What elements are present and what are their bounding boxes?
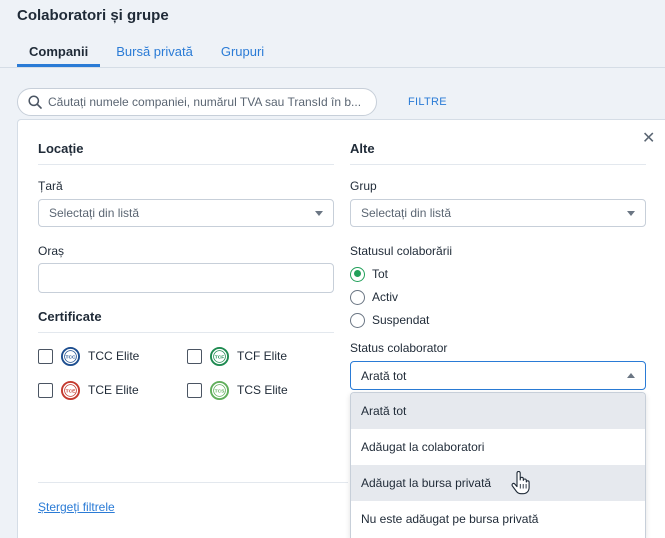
chevron-up-icon	[627, 373, 635, 378]
certificate-tcc[interactable]: TCC TCC Elite	[38, 346, 139, 366]
svg-text:TCC: TCC	[65, 354, 76, 360]
clear-filters-link[interactable]: Ștergeți filtrele	[38, 500, 115, 514]
radio-tot[interactable]: Tot	[350, 265, 388, 283]
tab-bursa-privata[interactable]: Bursă privată	[104, 42, 205, 67]
filters-button[interactable]: FILTRE	[408, 96, 447, 108]
tce-badge-icon: TCE	[61, 380, 80, 400]
certificates-title: Certificate	[38, 309, 102, 324]
radio-suspendat-button[interactable]	[350, 312, 365, 328]
tcc-badge-icon: TCC	[61, 346, 80, 366]
country-select-value: Selectați din listă	[49, 206, 140, 220]
certificates-divider	[38, 332, 334, 333]
country-select[interactable]: Selectați din listă	[38, 199, 334, 227]
footer-divider	[38, 482, 348, 483]
tcs-checkbox[interactable]	[187, 382, 202, 398]
svg-text:TCF: TCF	[215, 354, 225, 360]
chevron-down-icon	[627, 211, 635, 216]
option-adaugat-colaboratori[interactable]: Adăugat la colaboratori	[351, 429, 645, 465]
radio-tot-label: Tot	[372, 267, 389, 281]
search-icon	[28, 95, 42, 109]
svg-text:TCS: TCS	[215, 388, 226, 394]
city-label: Oraș	[38, 244, 65, 258]
tab-divider	[0, 67, 665, 68]
option-adaugat-bursa-privata[interactable]: Adăugat la bursa privată	[351, 465, 645, 501]
tab-bar: Companii Bursă privată Grupuri	[17, 42, 276, 67]
radio-suspendat[interactable]: Suspendat	[350, 311, 429, 329]
tce-checkbox[interactable]	[38, 382, 53, 398]
chevron-down-icon	[315, 211, 323, 216]
tce-label: TCE Elite	[88, 383, 139, 397]
tcc-label: TCC Elite	[88, 349, 140, 363]
tab-companii[interactable]: Companii	[17, 42, 101, 67]
group-label: Grup	[350, 179, 377, 193]
country-label: Țară	[38, 179, 63, 193]
tcf-checkbox[interactable]	[187, 348, 202, 364]
close-icon[interactable]: ✕	[642, 128, 655, 148]
collaborator-status-dropdown: Arată tot Adăugat la colaboratori Adăuga…	[350, 392, 646, 538]
location-title: Locație	[38, 141, 84, 156]
collaborator-status-value: Arată tot	[361, 368, 407, 383]
search-input[interactable]	[48, 95, 366, 109]
tcs-label: TCS Elite	[237, 383, 288, 397]
tcf-badge-icon: TCF	[210, 346, 229, 366]
tcc-checkbox[interactable]	[38, 348, 53, 364]
radio-suspendat-label: Suspendat	[372, 313, 430, 327]
tcf-label: TCF Elite	[237, 349, 288, 363]
city-input[interactable]	[38, 263, 334, 293]
group-select-value: Selectați din listă	[361, 206, 452, 220]
option-arata-tot[interactable]: Arată tot	[351, 393, 645, 429]
tcs-badge-icon: TCS	[210, 380, 229, 400]
search-box[interactable]	[17, 88, 377, 116]
other-title: Alte	[350, 141, 375, 156]
certificate-tcf[interactable]: TCF TCF Elite	[187, 346, 287, 366]
page-title: Colaboratori și grupe	[17, 7, 169, 24]
radio-tot-button[interactable]	[350, 266, 365, 282]
certificate-tce[interactable]: TCE TCE Elite	[38, 380, 139, 400]
other-divider	[350, 164, 646, 165]
location-divider	[38, 164, 334, 165]
radio-activ-label: Activ	[372, 290, 399, 304]
collab-status-label: Statusul colaborării	[350, 244, 453, 258]
certificate-tcs[interactable]: TCS TCS Elite	[187, 380, 288, 400]
radio-activ[interactable]: Activ	[350, 288, 398, 306]
option-neadaugat-bursa-privata[interactable]: Nu este adăugat pe bursa privată	[351, 501, 645, 537]
svg-text:TCE: TCE	[66, 388, 77, 394]
collaborator-status-select[interactable]: Arată tot	[350, 361, 646, 390]
radio-activ-button[interactable]	[350, 289, 365, 305]
group-select[interactable]: Selectați din listă	[350, 199, 646, 227]
tab-grupuri[interactable]: Grupuri	[209, 42, 276, 67]
hand-pointer-icon	[511, 471, 530, 495]
collaborator-status-label: Status colaborator	[350, 341, 448, 355]
